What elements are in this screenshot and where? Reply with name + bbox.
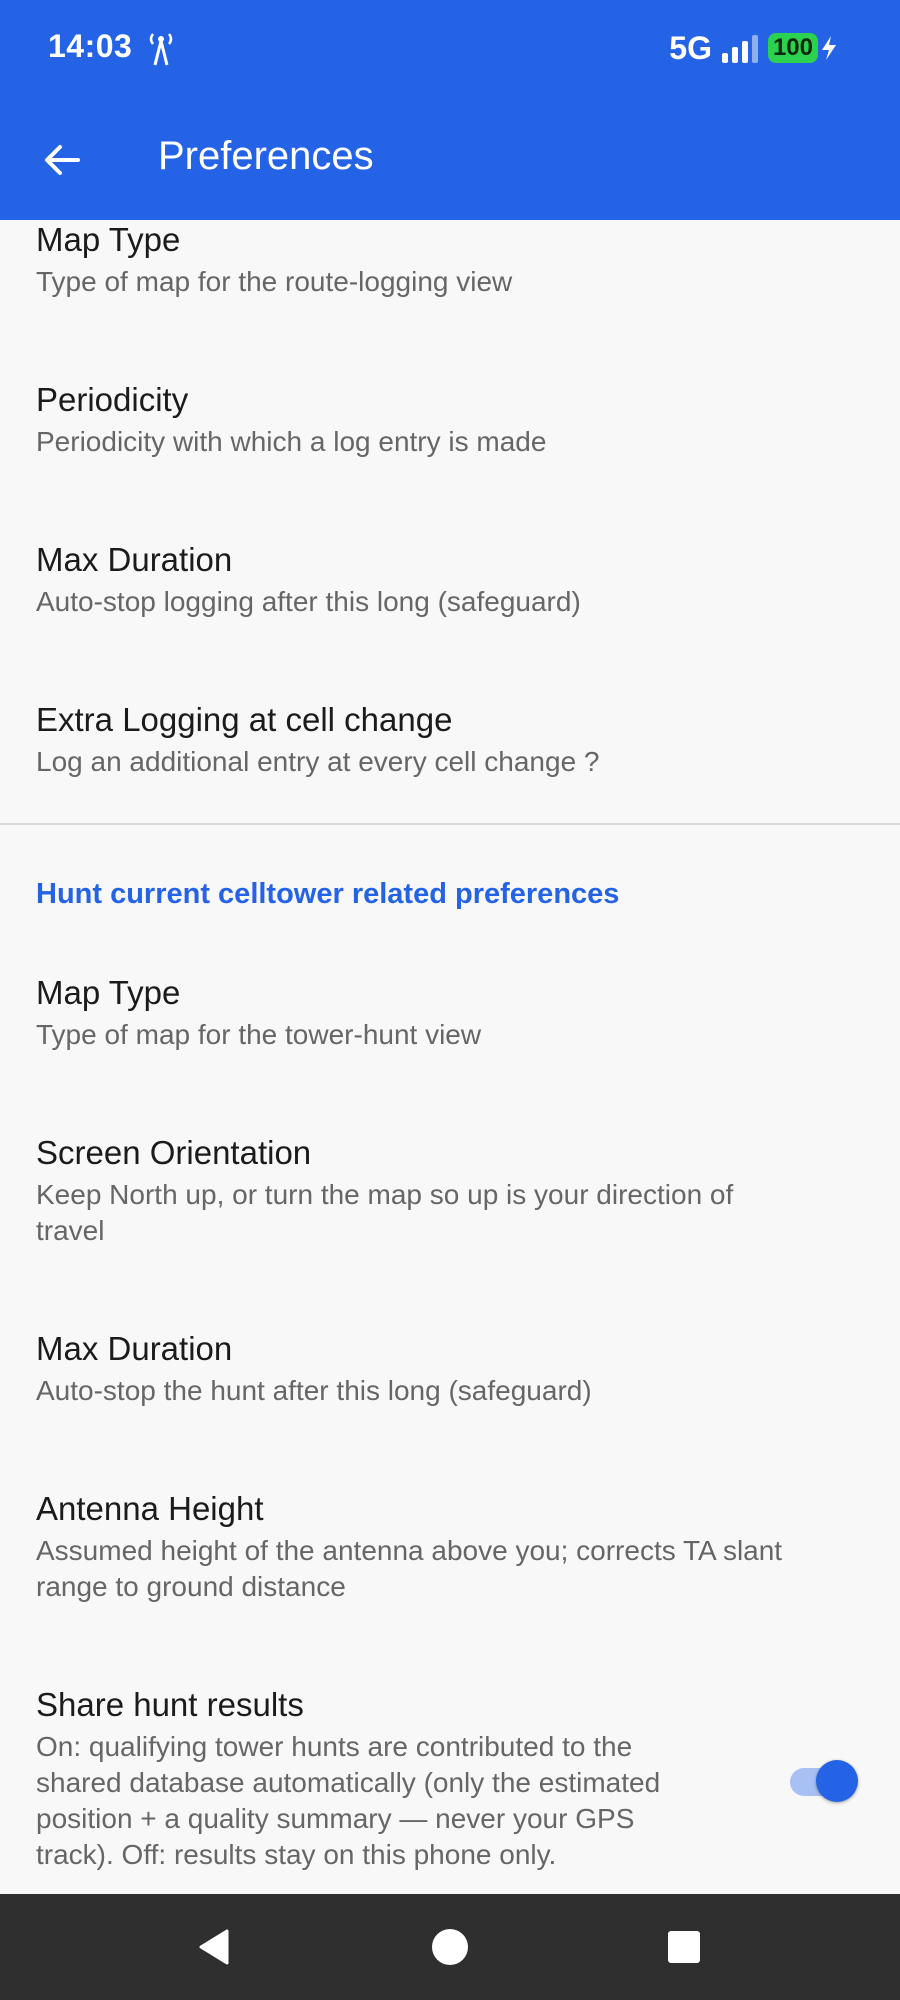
- pref-summary: Periodicity with which a log entry is ma…: [36, 426, 547, 457]
- pref-screen-orientation[interactable]: Screen Orientation Keep North up, or tur…: [36, 1133, 864, 1249]
- pref-summary: Keep North up, or turn the map so up is …: [36, 1177, 864, 1249]
- pref-summary: Type of map for the tower-hunt view: [36, 1019, 482, 1050]
- nav-recents-button[interactable]: [659, 1922, 709, 1972]
- pref-summary-line: On: qualifying tower hunts are contribut…: [36, 1731, 633, 1762]
- charging-bolt-icon: [822, 36, 836, 60]
- nav-back-icon: [199, 1929, 229, 1965]
- battery-level: 100: [767, 33, 818, 63]
- pref-route-map-type[interactable]: Map Type Type of map for the route-loggi…: [36, 220, 864, 300]
- pref-summary: Auto-stop the hunt after this long (safe…: [36, 1375, 592, 1406]
- status-bar: 14:03 5G 100: [0, 0, 900, 96]
- pref-title: Map Type: [36, 221, 181, 258]
- toggle-thumb: [816, 1760, 858, 1802]
- pref-title: Antenna Height: [36, 1490, 264, 1527]
- back-button[interactable]: [26, 124, 98, 196]
- app-bar: Preferences: [0, 96, 900, 220]
- pref-title: Screen Orientation: [36, 1134, 312, 1171]
- pref-title: Max Duration: [36, 541, 233, 578]
- network-type: 5G: [669, 29, 712, 66]
- navigation-bar: [0, 1894, 900, 2000]
- pref-title: Map Type: [36, 974, 181, 1011]
- arrow-back-icon: [45, 145, 80, 175]
- nav-back-button[interactable]: [190, 1922, 240, 1972]
- pref-title: Extra Logging at cell change: [36, 701, 453, 738]
- nav-home-icon: [432, 1929, 468, 1965]
- pref-hunt-map-type[interactable]: Map Type Type of map for the tower-hunt …: [36, 973, 864, 1053]
- pref-antenna-height[interactable]: Antenna Height Assumed height of the ant…: [36, 1489, 864, 1605]
- pref-summary-line: track). Off: results stay on this phone …: [36, 1839, 557, 1870]
- pref-summary-line: position + a quality summary — never you…: [36, 1803, 635, 1834]
- section-divider: [0, 823, 900, 825]
- page-title: Preferences: [158, 134, 374, 178]
- pref-title: Max Duration: [36, 1330, 233, 1367]
- nav-home-button[interactable]: [425, 1922, 475, 1972]
- battery-icon: 100: [767, 33, 838, 63]
- pref-title: Periodicity: [36, 381, 189, 418]
- pref-title: Share hunt results: [36, 1686, 304, 1723]
- signal-icon: [721, 35, 758, 63]
- pref-periodicity[interactable]: Periodicity Periodicity with which a log…: [36, 380, 864, 460]
- pref-extra-logging[interactable]: Extra Logging at cell change Log an addi…: [36, 700, 864, 780]
- pref-summary: Assumed height of the antenna above you;…: [36, 1533, 864, 1605]
- pref-summary-line: shared database automatically (only the …: [36, 1767, 661, 1798]
- pref-summary-line: Keep North up, or turn the map so up is …: [36, 1179, 734, 1210]
- pref-hunt-max-duration[interactable]: Max Duration Auto-stop the hunt after th…: [36, 1329, 864, 1409]
- pref-summary-line: travel: [36, 1215, 105, 1246]
- category-header-hunt: Hunt current celltower related preferenc…: [36, 878, 620, 910]
- pref-summary: Auto-stop logging after this long (safeg…: [36, 586, 581, 617]
- preferences-list[interactable]: Map Type Type of map for the route-loggi…: [0, 220, 900, 1894]
- pref-summary-line: Assumed height of the antenna above you;…: [36, 1535, 783, 1566]
- nav-recents-icon: [668, 1931, 700, 1963]
- cell-tower-icon: [149, 33, 173, 66]
- pref-summary: Log an additional entry at every cell ch…: [36, 746, 600, 777]
- pref-summary-line: range to ground distance: [36, 1571, 346, 1602]
- status-indicators: 5G 100: [669, 30, 838, 66]
- share-results-toggle[interactable]: [786, 1756, 858, 1806]
- pref-share-hunt-results[interactable]: Share hunt results On: qualifying tower …: [36, 1685, 740, 1873]
- pref-summary: Type of map for the route-logging view: [36, 266, 513, 297]
- pref-route-max-duration[interactable]: Max Duration Auto-stop logging after thi…: [36, 540, 864, 620]
- status-time: 14:03: [48, 28, 133, 64]
- pref-summary: On: qualifying tower hunts are contribut…: [36, 1729, 740, 1873]
